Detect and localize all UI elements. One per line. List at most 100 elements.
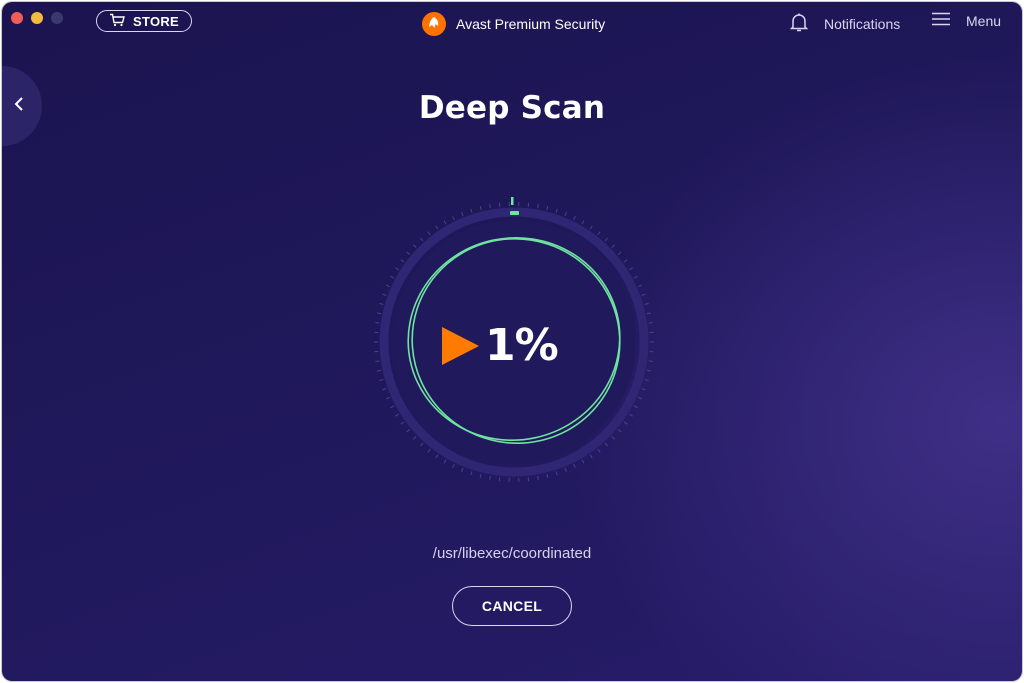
ring-tick — [564, 467, 567, 472]
ring-tick — [644, 302, 649, 305]
ring-tick — [390, 405, 395, 409]
ring-tick — [400, 421, 405, 425]
play-icon — [442, 326, 479, 365]
ring-tick — [395, 267, 399, 271]
cancel-button[interactable]: CANCEL — [452, 586, 572, 626]
ring-tick — [641, 293, 646, 296]
ring-tick — [385, 396, 390, 400]
progress-percent: 1% — [485, 320, 559, 371]
ring-tick — [435, 225, 439, 230]
ring-tick — [629, 413, 633, 417]
ring-tick — [385, 284, 390, 288]
ring-tick — [597, 448, 601, 453]
ring-tick — [379, 379, 384, 382]
app-title-text: Avast Premium Security — [456, 16, 606, 32]
ring-tick — [638, 396, 643, 400]
ring-tick — [419, 237, 424, 242]
ring-tick — [648, 322, 653, 324]
ring-tick — [633, 275, 638, 279]
ring-tick — [443, 220, 447, 225]
app-title: Avast Premium Security — [422, 12, 605, 36]
progress-start-marker — [511, 197, 514, 205]
ring-tick — [617, 429, 622, 433]
ring-tick — [395, 413, 399, 417]
store-button[interactable]: STORE — [96, 10, 192, 32]
ring-tick — [638, 284, 643, 288]
avast-logo-icon — [422, 12, 446, 36]
ring-tick — [379, 302, 384, 305]
hamburger-icon — [932, 12, 950, 29]
cart-icon — [109, 13, 125, 30]
progress-display: 1% — [442, 320, 559, 371]
ring-tick — [646, 312, 652, 315]
titlebar: STORE Avast Premium Security Notificatio… — [2, 2, 1022, 44]
ring-tick — [406, 251, 411, 255]
ring-tick — [641, 388, 646, 391]
ring-tick — [375, 360, 380, 362]
bell-icon — [789, 12, 809, 35]
progress-indicator — [510, 211, 519, 215]
ring-tick — [406, 429, 411, 433]
ring-tick — [581, 459, 585, 464]
window-minimize-button[interactable] — [31, 12, 43, 24]
ring-tick — [390, 275, 395, 279]
ring-tick — [546, 473, 549, 478]
ring-tick — [537, 475, 539, 480]
ring-tick — [435, 454, 439, 459]
ring-tick — [589, 225, 593, 230]
ring-tick — [611, 436, 616, 440]
ring-tick — [400, 259, 405, 263]
current-file-path: /usr/libexec/coordinated — [432, 545, 592, 562]
notifications-label: Notifications — [824, 15, 901, 32]
store-label: STORE — [132, 13, 180, 29]
ring-tick — [646, 369, 652, 372]
ring-tick — [573, 215, 576, 220]
ring-tick — [604, 442, 609, 447]
ring-tick — [555, 208, 558, 213]
ring-tick — [452, 215, 455, 220]
ring-tick — [479, 473, 482, 478]
ring-tick — [452, 464, 455, 469]
ring-tick — [489, 475, 491, 480]
ring-tick — [546, 206, 549, 211]
ring-tick — [382, 388, 387, 391]
ring-tick — [633, 405, 638, 409]
ring-tick — [412, 244, 417, 248]
ring-tick — [555, 471, 558, 476]
ring-tick — [611, 244, 616, 248]
app-window: STORE Avast Premium Security Notificatio… — [2, 2, 1022, 681]
ring-tick — [623, 421, 628, 425]
ring-tick — [604, 237, 609, 242]
ring-tick — [644, 379, 649, 382]
ring-tick — [412, 436, 417, 440]
ring-tick — [564, 212, 567, 217]
ring-tick — [537, 204, 539, 209]
window-maximize-button[interactable] — [51, 12, 63, 24]
notifications-button[interactable]: Notifications — [789, 12, 901, 35]
ring-tick — [648, 360, 653, 362]
ring-tick — [489, 204, 491, 209]
ring-tick — [629, 267, 633, 271]
ring-tick — [376, 369, 382, 372]
ring-tick — [427, 448, 431, 453]
ring-tick — [623, 259, 628, 263]
ring-tick — [427, 231, 431, 236]
ring-tick — [443, 459, 447, 464]
ring-tick — [376, 312, 382, 315]
ring-tick — [470, 208, 473, 213]
window-close-button[interactable] — [11, 12, 23, 24]
ring-tick — [419, 442, 424, 447]
ring-tick — [375, 322, 380, 324]
page-title: Deep Scan — [418, 90, 606, 126]
menu-button[interactable]: Menu — [932, 12, 1001, 29]
ring-tick — [461, 467, 464, 472]
menu-label: Menu — [966, 12, 1002, 29]
ring-tick — [470, 471, 473, 476]
ring-tick — [461, 212, 464, 217]
ring-tick — [589, 454, 593, 459]
ring-tick — [573, 464, 576, 469]
ring-tick — [581, 220, 585, 225]
ring-tick — [597, 231, 601, 236]
ring-tick — [617, 251, 622, 255]
ring-tick — [479, 206, 482, 211]
